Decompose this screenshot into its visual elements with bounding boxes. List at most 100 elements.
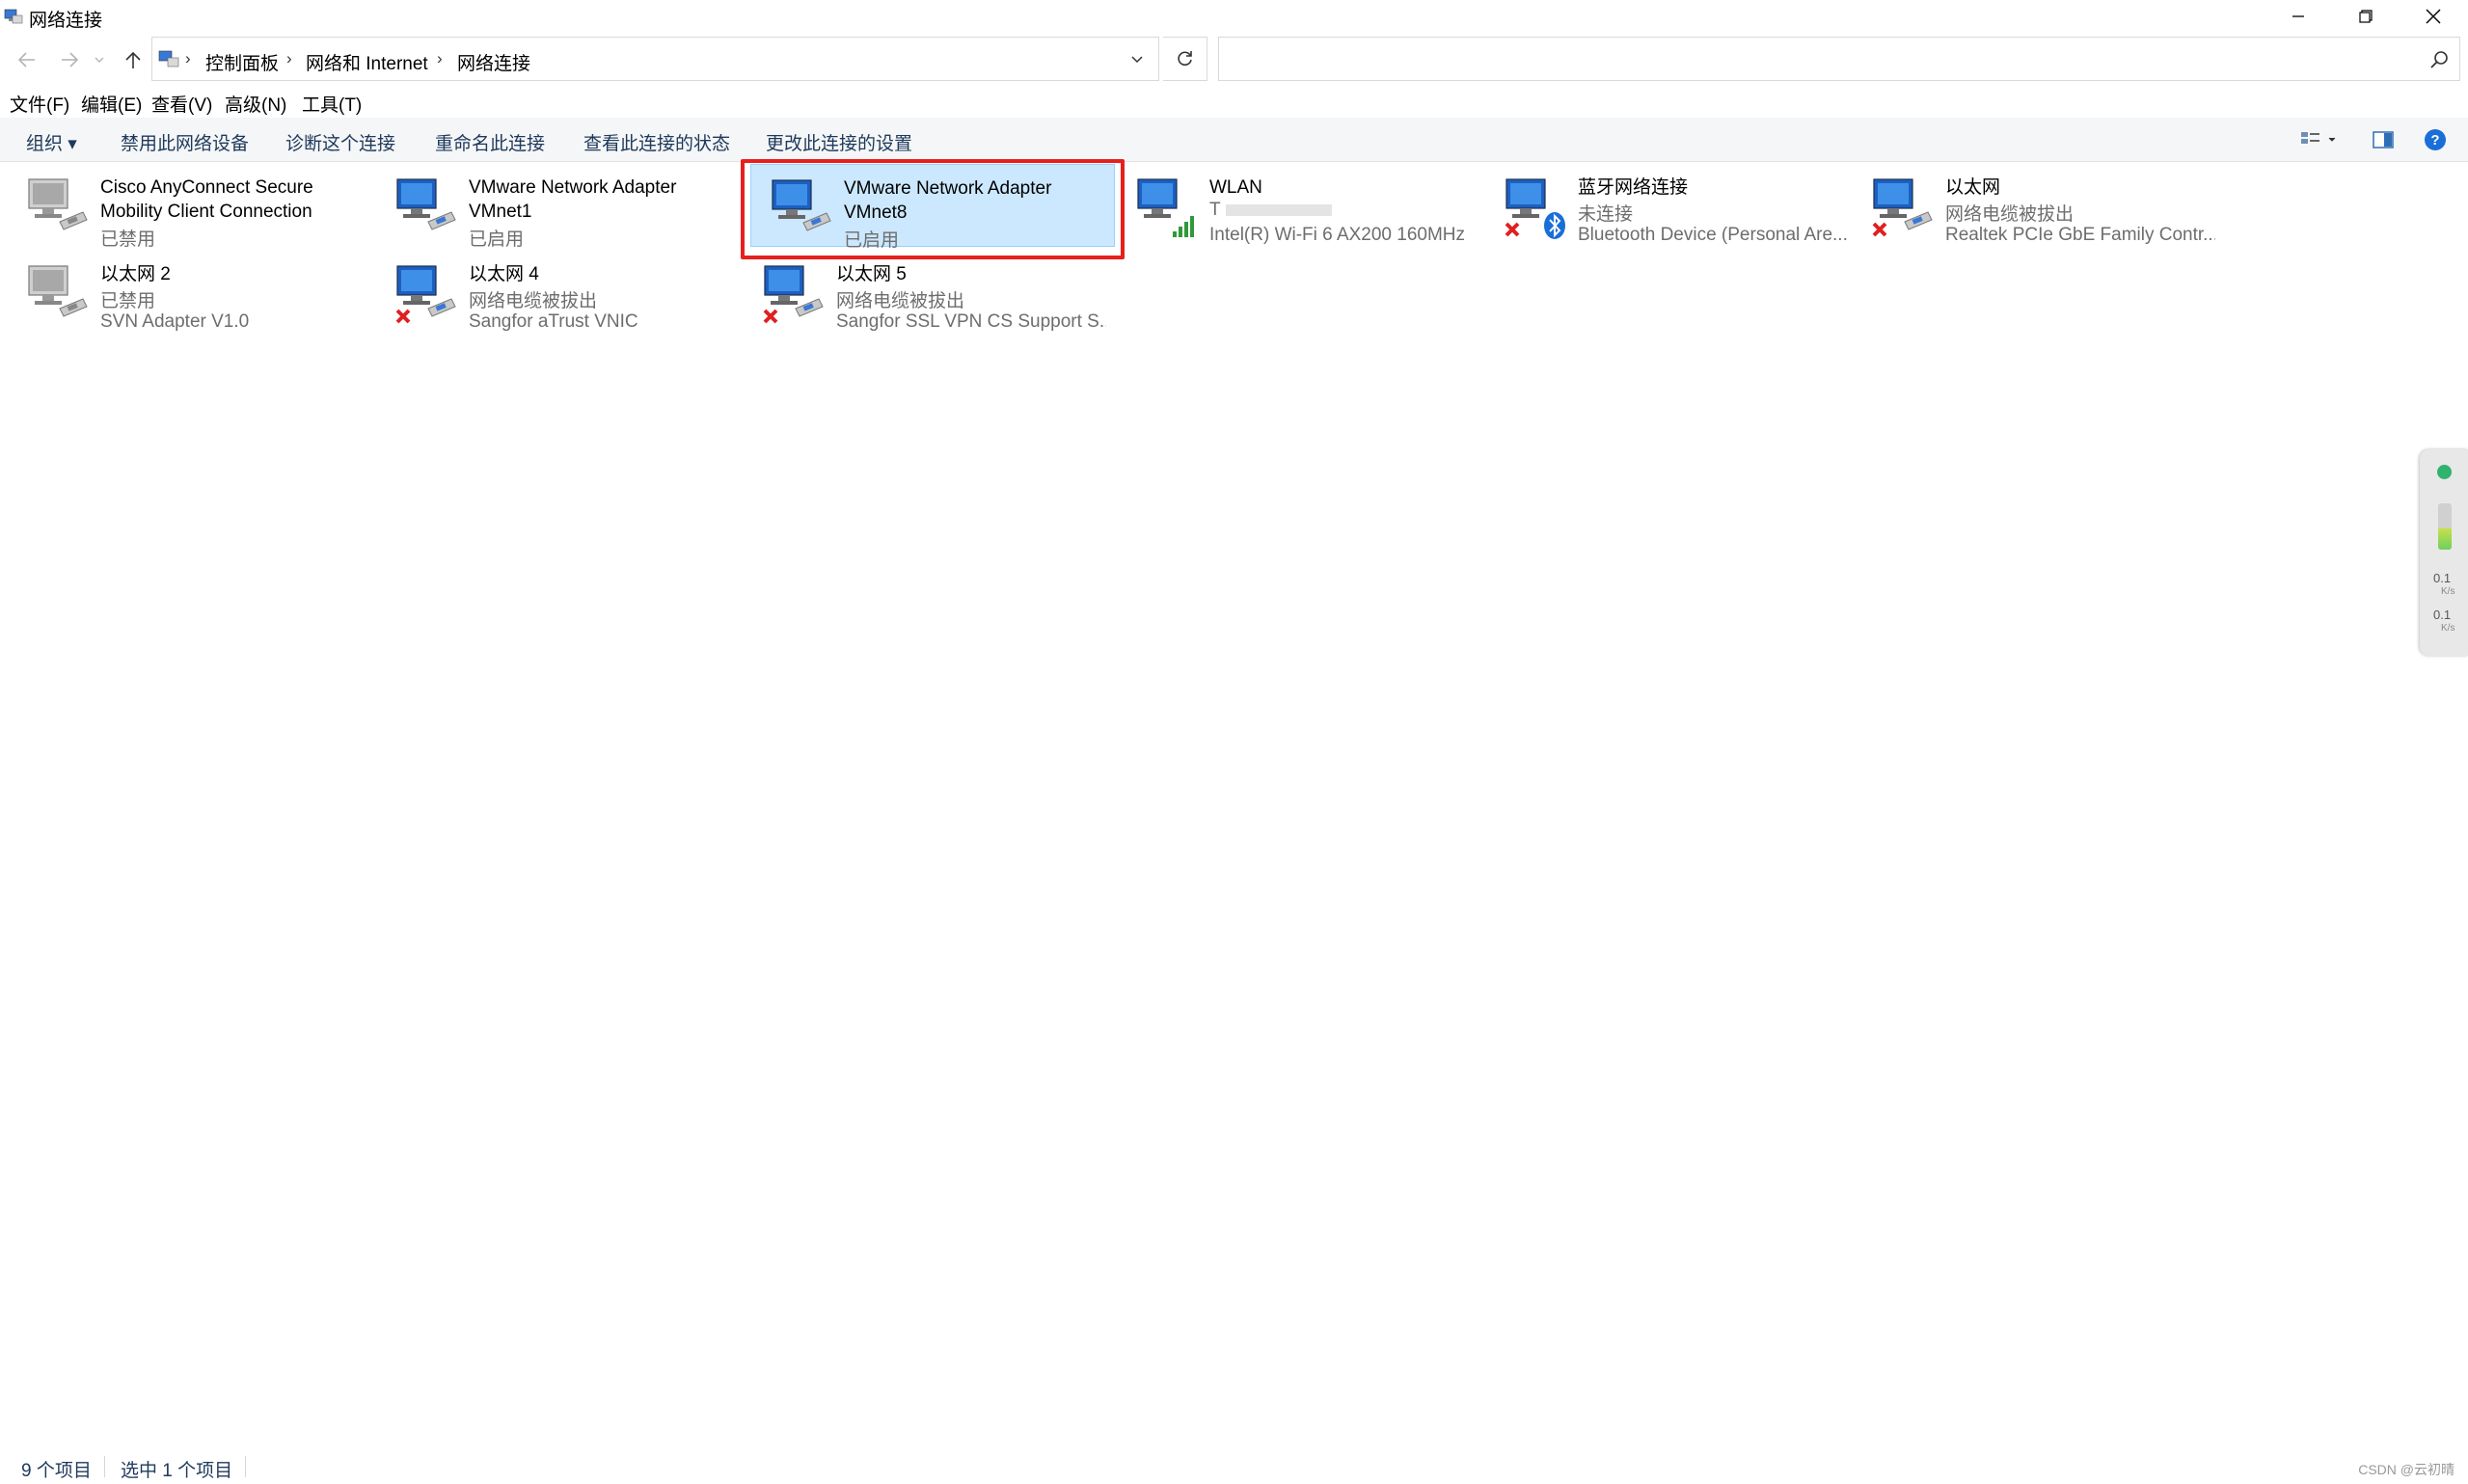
- breadcrumb-network-internet[interactable]: 网络和 Internet: [306, 49, 428, 75]
- connection-ethernet-4[interactable]: 以太网 4 网络电缆被拔出 Sangfor aTrust VNIC: [376, 251, 741, 334]
- connection-bluetooth[interactable]: 蓝牙网络连接 未连接 Bluetooth Device (Personal Ar…: [1485, 164, 1850, 247]
- connection-status: 已启用: [469, 229, 525, 250]
- connection-name: 以太网 5: [836, 264, 907, 284]
- title-bar: 网络连接: [0, 0, 2468, 33]
- minimize-button[interactable]: [2265, 0, 2332, 33]
- search-input[interactable]: [1227, 45, 2403, 74]
- refresh-icon: [1177, 51, 1192, 67]
- upload-speed: 0.1: [2433, 571, 2452, 585]
- watermark: CSDN @云初晴: [2358, 1462, 2454, 1477]
- connection-status: 已禁用: [100, 229, 156, 250]
- view-options-icon: [2301, 132, 2336, 144]
- command-bar: 组织 ▾ 禁用此网络设备 诊断这个连接 重命名此连接 查看此连接的状态 更改此连…: [0, 118, 2468, 162]
- connection-name: WLAN: [1209, 177, 1262, 198]
- connection-status: 网络电缆被拔出: [469, 291, 598, 311]
- organize-button[interactable]: 组织 ▾: [26, 129, 77, 155]
- connection-device: Sangfor aTrust VNIC: [469, 311, 638, 332]
- connection-status: 未连接: [1578, 204, 1634, 225]
- connection-name: 以太网: [1945, 177, 2001, 198]
- connection-ethernet-5[interactable]: 以太网 5 网络电缆被拔出 Sangfor SSL VPN CS Support…: [744, 251, 1108, 334]
- back-button[interactable]: [10, 42, 44, 77]
- connection-cisco-anyconnect[interactable]: Cisco AnyConnect Secure Mobility Client …: [8, 164, 372, 250]
- connection-name: 以太网 2: [100, 264, 171, 284]
- arrow-left-icon: [17, 52, 35, 67]
- recent-locations-button[interactable]: [89, 42, 110, 77]
- up-button[interactable]: [116, 42, 150, 77]
- connection-ethernet-2[interactable]: 以太网 2 已禁用 SVN Adapter V1.0: [8, 251, 372, 334]
- status-divider: [245, 1456, 246, 1477]
- arrow-up-icon: [125, 51, 141, 68]
- connection-device: Intel(R) Wi-Fi 6 AX200 160MHz: [1209, 225, 1466, 245]
- status-divider: [104, 1456, 105, 1477]
- navigation-bar: › 控制面板 › 网络和 Internet › 网络连接: [0, 33, 2468, 87]
- download-unit: K/s: [2441, 623, 2455, 634]
- net-speed-widget[interactable]: 0.1 K/s 0.1 K/s: [2420, 449, 2468, 656]
- connection-device: Sangfor SSL VPN CS Support S...: [836, 311, 1106, 332]
- breadcrumb-control-panel[interactable]: 控制面板: [205, 49, 279, 75]
- annotation-highlight-box: [741, 159, 1125, 259]
- connection-name: 以太网 4: [469, 264, 539, 284]
- address-bar[interactable]: › 控制面板 › 网络和 Internet › 网络连接: [151, 37, 1159, 81]
- menu-tools[interactable]: 工具(T): [302, 91, 362, 117]
- diagnose-button[interactable]: 诊断这个连接: [285, 129, 395, 155]
- minimize-icon: [2292, 15, 2304, 17]
- menu-file[interactable]: 文件(F): [10, 91, 69, 117]
- connection-status: 网络电缆被拔出: [1945, 204, 2075, 225]
- breadcrumb-separator-icon: ›: [185, 49, 191, 67]
- chevron-down-icon: [95, 57, 104, 63]
- wifi-adapter-icon: [1137, 178, 1194, 237]
- refresh-button[interactable]: [1163, 37, 1207, 81]
- network-adapter-icon: [396, 178, 456, 230]
- redacted-ssid: [1225, 203, 1332, 216]
- restore-button[interactable]: [2332, 0, 2400, 33]
- download-speed: 0.1: [2433, 607, 2452, 622]
- network-adapter-disabled-icon: [28, 178, 88, 230]
- connection-wlan[interactable]: WLAN T Intel(R) Wi-Fi 6 AX200 160MHz: [1117, 164, 1481, 247]
- connection-device: Realtek PCIe GbE Family Contr...: [1945, 225, 2215, 245]
- change-settings-button[interactable]: 更改此连接的设置: [766, 129, 912, 155]
- connection-name: VMware Network Adapter VMnet1: [469, 177, 677, 222]
- status-dot: [2437, 465, 2452, 479]
- usage-bar: [2438, 503, 2452, 550]
- menu-view[interactable]: 查看(V): [151, 91, 212, 117]
- network-adapter-unplugged-icon: [763, 265, 824, 324]
- close-icon: [2426, 9, 2441, 24]
- bluetooth-adapter-icon: [1505, 178, 1565, 239]
- upload-unit: K/s: [2441, 586, 2455, 597]
- search-box[interactable]: [1218, 37, 2460, 81]
- network-connections-icon: [4, 9, 23, 24]
- help-icon: ?: [2425, 129, 2446, 150]
- usage-bar-fill: [2438, 528, 2452, 550]
- preview-pane-icon: [2373, 131, 2394, 148]
- ssid-text: T: [1209, 200, 1221, 220]
- connection-vmnet1[interactable]: VMware Network Adapter VMnet1 已启用: [376, 164, 741, 250]
- help-button[interactable]: ?: [2419, 125, 2452, 154]
- breadcrumb-network-connections[interactable]: 网络连接: [457, 49, 530, 75]
- control-panel-icon: [158, 50, 179, 67]
- address-history-button[interactable]: [1116, 38, 1158, 80]
- network-adapter-unplugged-icon: [1872, 178, 1933, 237]
- connection-status: 网络电缆被拔出: [836, 291, 965, 311]
- item-count: 9 个项目: [21, 1461, 92, 1481]
- arrow-right-icon: [62, 52, 79, 67]
- connection-network-name: T: [1209, 200, 1479, 221]
- view-status-button[interactable]: 查看此连接的状态: [583, 129, 730, 155]
- restore-icon: [2359, 10, 2373, 23]
- menu-advanced[interactable]: 高级(N): [225, 91, 286, 117]
- change-view-button[interactable]: [2293, 125, 2344, 154]
- disable-device-button[interactable]: 禁用此网络设备: [121, 129, 249, 155]
- close-button[interactable]: [2400, 0, 2467, 33]
- preview-pane-button[interactable]: [2367, 125, 2400, 154]
- network-adapter-disabled-icon: [28, 265, 88, 317]
- chevron-down-icon: [1131, 56, 1143, 64]
- connections-list: Cisco AnyConnect Secure Mobility Client …: [0, 162, 2468, 1444]
- search-icon: [2430, 51, 2448, 68]
- forward-button[interactable]: [52, 42, 87, 77]
- svg-text:?: ?: [2430, 132, 2439, 148]
- network-adapter-unplugged-icon: [395, 265, 456, 324]
- connection-ethernet[interactable]: 以太网 网络电缆被拔出 Realtek PCIe GbE Family Cont…: [1853, 164, 2217, 247]
- connection-status: 已禁用: [100, 291, 156, 311]
- rename-button[interactable]: 重命名此连接: [435, 129, 545, 155]
- menu-edit[interactable]: 编辑(E): [81, 91, 142, 117]
- connection-device: SVN Adapter V1.0: [100, 311, 250, 332]
